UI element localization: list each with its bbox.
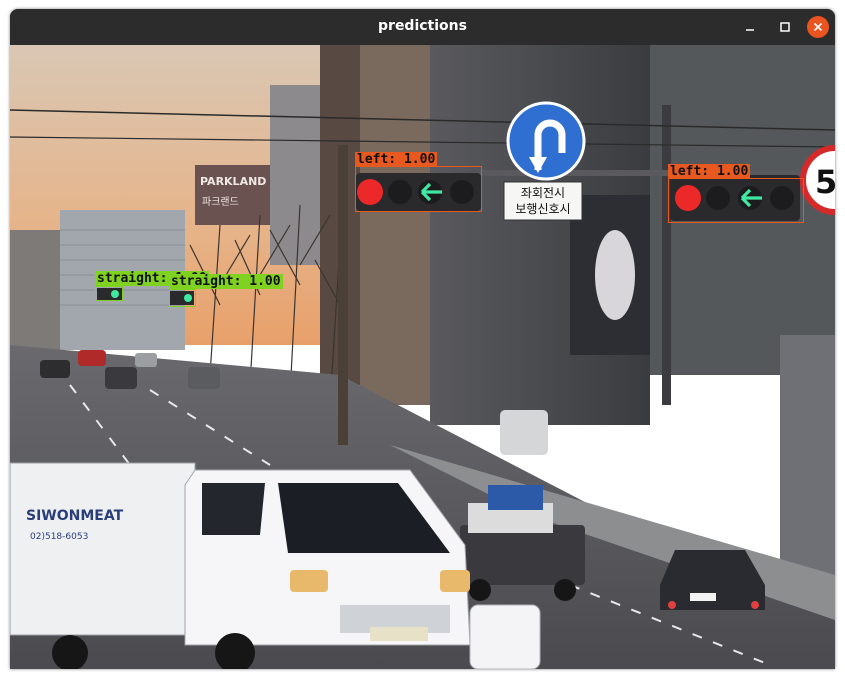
window-title: predictions (378, 18, 467, 34)
detection-label-left-1: left: 1.00 (355, 152, 438, 167)
prediction-image: PARKLAND 파크랜드 좌회전시 보행신호시 5 SIWONMEAT 02)… (10, 45, 835, 669)
parkland-building (195, 165, 270, 225)
parkland-sign: PARKLAND (200, 175, 266, 188)
u-turn-sign-icon (506, 101, 586, 181)
detection-box-straight-2 (169, 289, 196, 307)
signal-pole-right (662, 105, 671, 405)
korean-sign-line2: 보행신호시 (515, 201, 570, 216)
billboard-figure (595, 230, 635, 320)
building-left (10, 230, 65, 350)
detection-box-left-2 (668, 178, 804, 223)
maximize-icon (780, 22, 790, 32)
signal-pole (338, 145, 348, 445)
minimize-button[interactable] (739, 16, 761, 38)
sedan (660, 550, 765, 610)
close-icon (813, 22, 823, 32)
detection-label-left-2: left: 1.00 (668, 164, 751, 179)
app-window: predictions PARKLAND 파크랜드 좌회전시 보행신호시 5 S… (10, 9, 835, 669)
tower-mid (270, 85, 320, 265)
speed-sign-value: 5 (815, 163, 835, 201)
close-button[interactable] (807, 16, 829, 38)
street-scene-image: PARKLAND 파크랜드 좌회전시 보행신호시 5 SIWONMEAT 02)… (10, 45, 835, 669)
korean-sign-line1: 좌회전시 (521, 186, 565, 200)
parkland-sign-korean: 파크랜드 (202, 196, 239, 208)
detection-box-left-1 (355, 166, 482, 212)
detection-label-straight-2: straight: 1.00 (169, 274, 283, 289)
truck-phone: 02)518-6053 (30, 532, 88, 542)
detection-box-straight-1 (95, 286, 123, 301)
truck-brand: SIWONMEAT (26, 508, 124, 524)
minimize-icon (746, 29, 754, 31)
maximize-button[interactable] (774, 16, 796, 38)
title-bar[interactable]: predictions (10, 9, 835, 45)
